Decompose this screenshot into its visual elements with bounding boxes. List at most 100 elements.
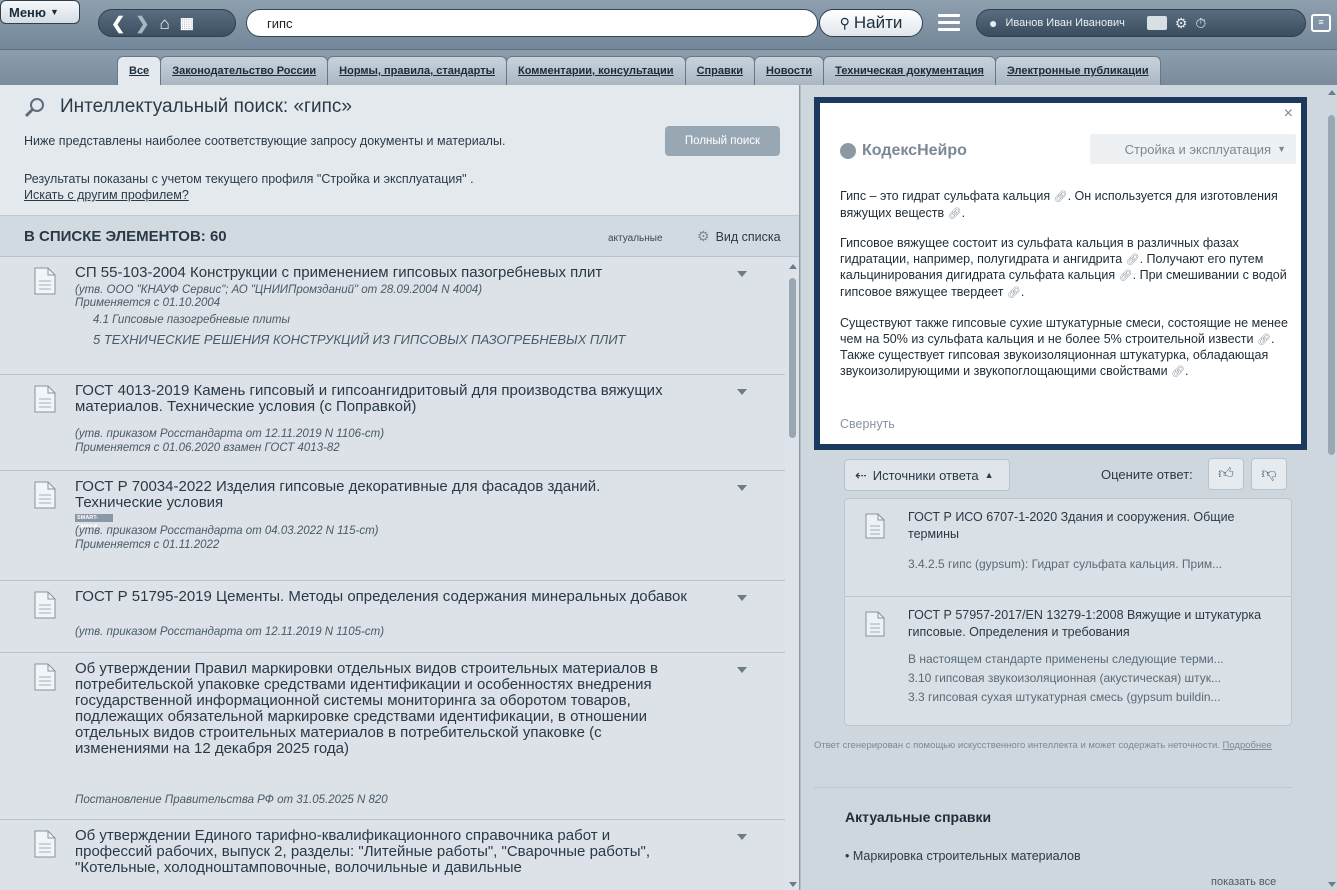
tab-norms[interactable]: Нормы, правила, стандарты: [327, 56, 507, 85]
sources-list: ГОСТ Р ИСО 6707-1-2020 Здания и сооружен…: [844, 498, 1292, 726]
scrollbar-thumb[interactable]: [789, 278, 796, 438]
source-title[interactable]: ГОСТ Р 57957-2017/EN 13279-1:2008 Вяжущи…: [908, 607, 1278, 641]
doc-title[interactable]: Об утверждении Правил маркировки отдельн…: [75, 661, 675, 757]
back-icon[interactable]: ❮: [111, 15, 125, 32]
settings-dial-icon[interactable]: ⚙: [1175, 15, 1188, 32]
sources-toggle-button[interactable]: ⇠ Источники ответа ▲: [844, 459, 1010, 491]
actual-reference-item[interactable]: • Маркировка строительных материалов: [845, 849, 1081, 863]
menu-button[interactable]: Меню ▼: [0, 0, 80, 24]
tab-news[interactable]: Новости: [754, 56, 825, 85]
doc-title[interactable]: Об утверждении Единого тарифно-квалифика…: [75, 828, 675, 876]
magnifier-icon: [24, 98, 44, 118]
chevron-down-icon[interactable]: [737, 667, 747, 673]
results-panel: Интеллектуальный поиск: «гипс» Ниже пред…: [0, 85, 799, 890]
category-tabs: Все Законодательство России Нормы, прави…: [0, 51, 1337, 85]
source-link-icon[interactable]: 🔗︎: [1171, 366, 1185, 378]
items-count: В СПИСКЕ ЭЛЕМЕНТОВ: 60: [24, 228, 227, 245]
source-link-icon[interactable]: 🔗︎: [1007, 287, 1021, 299]
list-item[interactable]: ГОСТ Р 51795-2019 Цементы. Методы опреде…: [0, 581, 785, 653]
hamburger-menu-icon[interactable]: [938, 14, 960, 32]
chevron-down-icon[interactable]: [737, 485, 747, 491]
smart-data-badge: SMART-данные: [75, 514, 113, 529]
source-link-icon[interactable]: 🔗︎: [1054, 191, 1068, 203]
view-list-button[interactable]: ⚙ Вид списка: [697, 228, 781, 245]
thumbs-up-icon[interactable]: 👍︎: [1208, 458, 1244, 490]
answer-text: .: [961, 205, 966, 220]
ai-panel: × КодексНейро Стройка и эксплуатация ▼ Г…: [800, 85, 1337, 890]
list-item[interactable]: Об утверждении Единого тарифно-квалифика…: [0, 820, 785, 890]
profile-select[interactable]: Стройка и эксплуатация ▼: [1090, 134, 1296, 164]
scroll-up-icon[interactable]: [789, 264, 797, 269]
doc-title[interactable]: ГОСТ Р 70034-2022 Изделия гипсовые декор…: [75, 479, 690, 511]
list-item[interactable]: СП 55-103-2004 Конструкции с применением…: [0, 257, 785, 375]
doc-section-link[interactable]: 4.1 Гипсовые пазогребневые плиты: [93, 314, 290, 326]
chevron-down-icon[interactable]: [737, 271, 747, 277]
doc-meta: Применяется с 01.06.2020 взамен ГОСТ 401…: [75, 442, 340, 454]
close-icon[interactable]: ×: [1284, 105, 1293, 123]
chevron-up-icon: ▲: [984, 470, 994, 480]
source-item[interactable]: ГОСТ Р 57957-2017/EN 13279-1:2008 Вяжущи…: [845, 597, 1291, 727]
scroll-down-icon[interactable]: [789, 882, 797, 887]
collapse-link[interactable]: Свернуть: [840, 417, 895, 431]
scroll-up-icon[interactable]: [1328, 90, 1336, 95]
profile-value: Стройка и эксплуатация: [1124, 141, 1272, 157]
tab-comments[interactable]: Комментарии, консультации: [505, 56, 686, 85]
list-item[interactable]: ГОСТ 4013-2019 Камень гипсовый и гипсоан…: [0, 375, 785, 471]
document-icon: [34, 481, 56, 509]
sign-in-arrow-icon: ⇠: [855, 466, 867, 483]
other-profile-link[interactable]: Искать с другим профилем?: [24, 188, 189, 202]
feedback-icon[interactable]: ≡: [1311, 14, 1331, 32]
tab-all[interactable]: Все: [117, 56, 162, 85]
answer-text: Гипс – это гидрат сульфата кальция: [840, 189, 1051, 203]
more-info-link[interactable]: Подробнее: [1223, 740, 1272, 751]
grid-icon[interactable]: ▦: [180, 16, 194, 31]
forward-icon[interactable]: ❯: [135, 15, 149, 32]
source-link-icon[interactable]: 🔗︎: [1119, 270, 1133, 282]
doc-title[interactable]: ГОСТ Р 51795-2019 Цементы. Методы опреде…: [75, 589, 690, 605]
timer-icon[interactable]: ⏱: [1195, 15, 1206, 32]
doc-meta: Постановление Правительства РФ от 31.05.…: [75, 794, 388, 806]
actual-filter[interactable]: актуальные: [608, 233, 663, 244]
page-title: Интеллектуальный поиск: «гипс»: [60, 96, 352, 117]
tab-e-publications[interactable]: Электронные публикации: [994, 56, 1161, 85]
source-snippet[interactable]: 3.3 гипсовая сухая штукатурная смесь (gy…: [908, 690, 1278, 704]
source-link-icon[interactable]: 🔗︎: [948, 208, 962, 220]
chevron-down-icon[interactable]: [737, 595, 747, 601]
profile-note: Результаты показаны с учетом текущего пр…: [24, 172, 474, 186]
find-button[interactable]: ⚲ Найти: [819, 9, 923, 37]
source-title[interactable]: ГОСТ Р ИСО 6707-1-2020 Здания и сооружен…: [908, 509, 1278, 543]
document-icon: [865, 513, 885, 539]
tab-references[interactable]: Справки: [684, 56, 756, 85]
find-label: Найти: [853, 13, 903, 32]
folder-icon[interactable]: [1146, 16, 1167, 30]
ai-answer-card: × КодексНейро Стройка и эксплуатация ▼ Г…: [814, 97, 1307, 450]
panel-scrollbar[interactable]: [1326, 85, 1337, 890]
search-input[interactable]: [247, 10, 817, 36]
list-item[interactable]: Об утверждении Правил маркировки отдельн…: [0, 653, 785, 820]
list-scrollbar[interactable]: [787, 259, 799, 890]
source-snippet[interactable]: 3.10 гипсовая звукоизоляционная (акустич…: [908, 671, 1278, 685]
source-snippet[interactable]: 3.4.2.5 гипс (gypsum): Гидрат сульфата к…: [908, 557, 1278, 571]
source-item[interactable]: ГОСТ Р ИСО 6707-1-2020 Здания и сооружен…: [845, 499, 1291, 596]
thumbs-down-icon[interactable]: 👎︎: [1251, 458, 1287, 490]
view-list-label: Вид списка: [715, 229, 781, 244]
doc-title[interactable]: СП 55-103-2004 Конструкции с применением…: [75, 265, 690, 281]
chevron-down-icon[interactable]: [737, 834, 747, 840]
scrollbar-thumb[interactable]: [1328, 115, 1335, 455]
tab-tech-docs[interactable]: Техническая документация: [823, 56, 996, 85]
tab-legislation[interactable]: Законодательство России: [160, 56, 329, 85]
list-item[interactable]: ГОСТ Р 70034-2022 Изделия гипсовые декор…: [0, 471, 785, 581]
source-link-icon[interactable]: 🔗︎: [1126, 254, 1140, 266]
source-link-icon[interactable]: 🔗︎: [1257, 334, 1271, 346]
scroll-down-icon[interactable]: [1328, 882, 1336, 887]
chevron-down-icon[interactable]: [737, 389, 747, 395]
answer-text: Существуют также гипсовые сухие штукатур…: [840, 316, 1288, 346]
user-panel[interactable]: ● Иванов Иван Иванович ⚙ ⏱: [976, 9, 1306, 37]
full-search-button[interactable]: Полный поиск: [665, 126, 780, 156]
show-all-link[interactable]: показать все: [1211, 876, 1276, 888]
source-snippet[interactable]: В настоящем стандарте применены следующи…: [908, 652, 1278, 666]
doc-title[interactable]: ГОСТ 4013-2019 Камень гипсовый и гипсоан…: [75, 383, 690, 415]
home-icon[interactable]: ⌂: [160, 15, 170, 32]
doc-section-link[interactable]: 5 ТЕХНИЧЕСКИЕ РЕШЕНИЯ КОНСТРУКЦИЙ ИЗ ГИП…: [93, 332, 625, 347]
doc-meta: Применяется с 01.11.2022: [75, 539, 220, 551]
